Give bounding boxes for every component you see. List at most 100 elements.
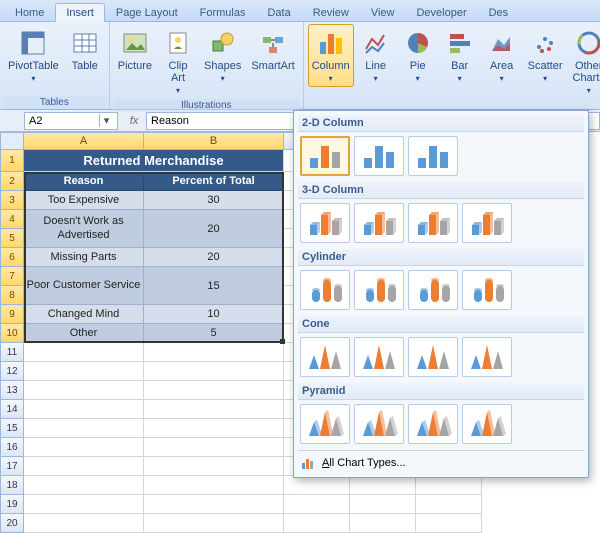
- cell[interactable]: [24, 476, 144, 495]
- table-cell-reason[interactable]: Doesn't Work as Advertised: [24, 210, 144, 248]
- chart-option[interactable]: [300, 404, 350, 444]
- table-cell-reason[interactable]: Missing Parts: [24, 248, 144, 267]
- bar-chart-button[interactable]: Bar: [440, 24, 480, 87]
- row-header-11[interactable]: 11: [0, 343, 24, 362]
- table-cell-pct[interactable]: 20: [144, 210, 284, 248]
- cell[interactable]: [284, 476, 350, 495]
- cell[interactable]: [144, 419, 284, 438]
- tab-page-layout[interactable]: Page Layout: [105, 3, 189, 21]
- cell[interactable]: [24, 495, 144, 514]
- area-chart-button[interactable]: Area: [482, 24, 522, 87]
- row-header-13[interactable]: 13: [0, 381, 24, 400]
- cell[interactable]: [24, 381, 144, 400]
- table-cell-pct[interactable]: 10: [144, 305, 284, 324]
- cell[interactable]: [350, 476, 416, 495]
- all-chart-types[interactable]: All Chart Types...: [298, 450, 584, 473]
- row-header-7[interactable]: 7: [0, 267, 24, 286]
- pivot-table-button[interactable]: PivotTable: [4, 24, 63, 87]
- row-header-15[interactable]: 15: [0, 419, 24, 438]
- fx-icon[interactable]: fx: [122, 115, 146, 127]
- cell[interactable]: [416, 476, 482, 495]
- row-header-19[interactable]: 19: [0, 495, 24, 514]
- name-box-dropdown[interactable]: ▾: [99, 114, 113, 127]
- chart-option[interactable]: [354, 404, 404, 444]
- tab-des[interactable]: Des: [478, 3, 520, 21]
- table-cell-reason[interactable]: Changed Mind: [24, 305, 144, 324]
- tab-developer[interactable]: Developer: [405, 3, 477, 21]
- cell[interactable]: [24, 514, 144, 533]
- chart-option[interactable]: [408, 136, 458, 176]
- table-cell-reason[interactable]: Other: [24, 324, 144, 343]
- chart-option[interactable]: [408, 270, 458, 310]
- tab-formulas[interactable]: Formulas: [189, 3, 257, 21]
- scatter-chart-button[interactable]: Scatter: [524, 24, 567, 87]
- smartart-button[interactable]: SmartArt: [247, 24, 298, 75]
- tab-review[interactable]: Review: [302, 3, 360, 21]
- cell[interactable]: [144, 495, 284, 514]
- column-header-B[interactable]: B: [144, 132, 284, 150]
- table-cell-pct[interactable]: 5: [144, 324, 284, 343]
- chart-option[interactable]: [354, 270, 404, 310]
- chart-option[interactable]: [462, 203, 512, 243]
- chart-option[interactable]: [462, 404, 512, 444]
- column-chart-button[interactable]: Column: [308, 24, 354, 87]
- cell[interactable]: [144, 400, 284, 419]
- cell[interactable]: [350, 514, 416, 533]
- line-chart-button[interactable]: Line: [356, 24, 396, 87]
- row-header-6[interactable]: 6: [0, 248, 24, 267]
- chart-option[interactable]: [300, 136, 350, 176]
- tab-data[interactable]: Data: [256, 3, 301, 21]
- cell[interactable]: [350, 495, 416, 514]
- row-header-12[interactable]: 12: [0, 362, 24, 381]
- cell[interactable]: [144, 438, 284, 457]
- table-cell-pct[interactable]: 15: [144, 267, 284, 305]
- row-header-8[interactable]: 8: [0, 286, 24, 305]
- name-box[interactable]: A2 ▾: [24, 112, 118, 130]
- row-header-17[interactable]: 17: [0, 457, 24, 476]
- chart-option[interactable]: [408, 337, 458, 377]
- clip-art-button[interactable]: Clip Art: [158, 24, 198, 99]
- table-cell-reason[interactable]: Too Expensive: [24, 191, 144, 210]
- table-header[interactable]: Reason: [24, 172, 144, 191]
- chart-option[interactable]: [408, 404, 458, 444]
- cell[interactable]: [24, 457, 144, 476]
- row-header-18[interactable]: 18: [0, 476, 24, 495]
- table-button[interactable]: Table: [65, 24, 105, 75]
- chart-option[interactable]: [300, 337, 350, 377]
- cell[interactable]: [144, 381, 284, 400]
- row-header-1[interactable]: 1: [0, 150, 24, 172]
- tab-insert[interactable]: Insert: [55, 3, 105, 22]
- chart-option[interactable]: [300, 203, 350, 243]
- chart-option[interactable]: [462, 337, 512, 377]
- chart-option[interactable]: [462, 270, 512, 310]
- table-cell-pct[interactable]: 30: [144, 191, 284, 210]
- tab-view[interactable]: View: [360, 3, 406, 21]
- shapes-button[interactable]: Shapes: [200, 24, 245, 87]
- row-header-4[interactable]: 4: [0, 210, 24, 229]
- chart-option[interactable]: [408, 203, 458, 243]
- tab-home[interactable]: Home: [4, 3, 55, 21]
- row-header-2[interactable]: 2: [0, 172, 24, 191]
- row-header-14[interactable]: 14: [0, 400, 24, 419]
- table-title[interactable]: Returned Merchandise: [24, 150, 284, 172]
- cell[interactable]: [24, 400, 144, 419]
- cell[interactable]: [24, 438, 144, 457]
- chart-option[interactable]: [354, 337, 404, 377]
- table-cell-pct[interactable]: 20: [144, 248, 284, 267]
- row-header-20[interactable]: 20: [0, 514, 24, 533]
- cell[interactable]: [144, 457, 284, 476]
- cell[interactable]: [144, 362, 284, 381]
- cell[interactable]: [24, 419, 144, 438]
- row-header-9[interactable]: 9: [0, 305, 24, 324]
- chart-option[interactable]: [300, 270, 350, 310]
- cell[interactable]: [144, 514, 284, 533]
- cell[interactable]: [284, 514, 350, 533]
- other-charts-button[interactable]: Other Charts: [569, 24, 600, 99]
- row-header-5[interactable]: 5: [0, 229, 24, 248]
- cell[interactable]: [416, 514, 482, 533]
- table-header[interactable]: Percent of Total: [144, 172, 284, 191]
- cell[interactable]: [24, 343, 144, 362]
- chart-option[interactable]: [354, 136, 404, 176]
- table-cell-reason[interactable]: Poor Customer Service: [24, 267, 144, 305]
- column-header-A[interactable]: A: [24, 132, 144, 150]
